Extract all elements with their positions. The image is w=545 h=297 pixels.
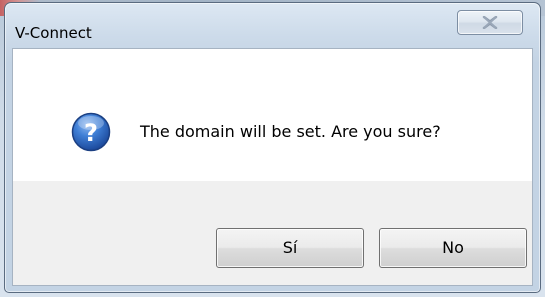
dialog-client-area: ? The domain will be set. Are you sure? … [12, 48, 533, 286]
message-area: ? The domain will be set. Are you sure? [13, 49, 532, 181]
svg-text:?: ? [84, 119, 98, 147]
close-icon [482, 16, 498, 29]
message-dialog: V-Connect ? The domain will be set. Are … [4, 2, 541, 293]
title-bar[interactable]: V-Connect [5, 3, 540, 47]
window-title: V-Connect [15, 24, 92, 42]
no-button[interactable]: No [379, 228, 527, 268]
yes-button[interactable]: Sí [216, 228, 364, 268]
dialog-message: The domain will be set. Are you sure? [140, 122, 441, 141]
question-icon: ? [71, 112, 111, 152]
close-button[interactable] [457, 10, 523, 35]
